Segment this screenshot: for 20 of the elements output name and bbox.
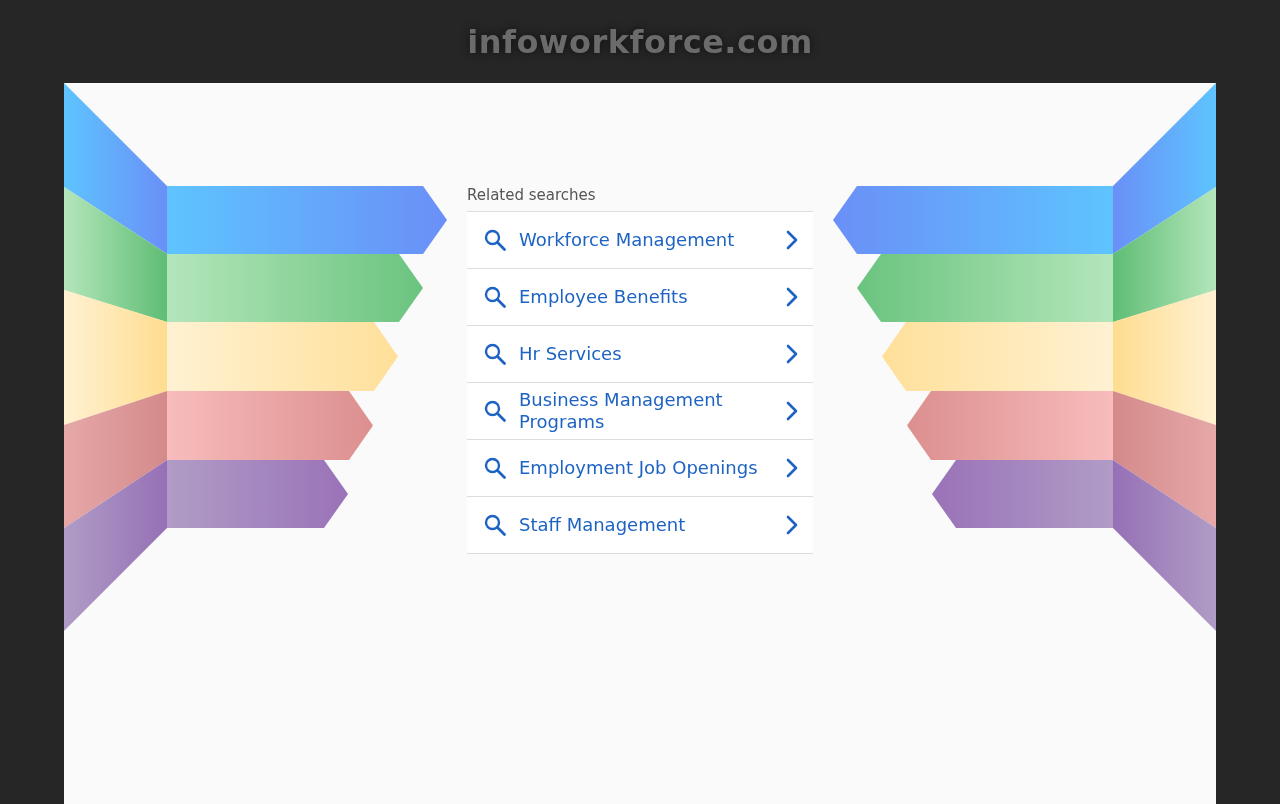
search-icon bbox=[483, 512, 507, 537]
search-link[interactable]: Employment Job Openings bbox=[467, 439, 813, 497]
chevron-right-icon bbox=[785, 456, 799, 479]
chevron-right-icon bbox=[785, 228, 799, 251]
search-icon bbox=[483, 455, 507, 480]
search-link[interactable]: Staff Management bbox=[467, 496, 813, 554]
site-title: infoworkforce.com bbox=[467, 21, 813, 63]
search-icon bbox=[483, 227, 507, 252]
chevron-right-icon bbox=[785, 513, 799, 536]
chevron-right-icon bbox=[785, 399, 799, 422]
search-link[interactable]: Business Management Programs bbox=[467, 382, 813, 440]
chevron-right-icon bbox=[785, 342, 799, 365]
section-heading: Related searches bbox=[467, 185, 596, 206]
search-link[interactable]: Employee Benefits bbox=[467, 268, 813, 326]
chevron-right-icon bbox=[785, 285, 799, 308]
search-link[interactable]: Workforce Management bbox=[467, 211, 813, 269]
search-link[interactable]: Hr Services bbox=[467, 325, 813, 383]
search-icon bbox=[483, 398, 507, 423]
search-icon bbox=[483, 284, 507, 309]
search-icon bbox=[483, 341, 507, 366]
